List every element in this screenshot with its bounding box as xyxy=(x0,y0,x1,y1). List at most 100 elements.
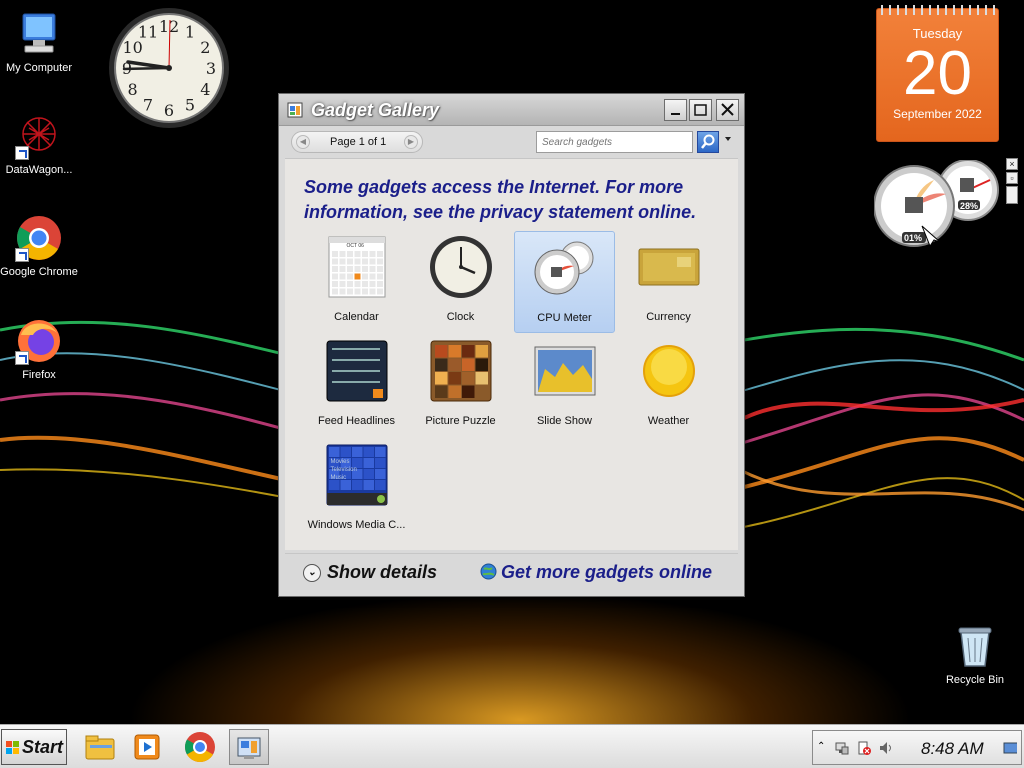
show-hidden-icons-button[interactable]: ⌃ xyxy=(817,741,831,755)
puzzle-thumb-tile xyxy=(461,358,474,371)
page-label: Page 1 of 1 xyxy=(330,136,387,148)
gadget-tile-slide-show[interactable]: Slide Show xyxy=(514,335,615,437)
drag-gadget-handle[interactable] xyxy=(1006,186,1018,204)
media-player-icon xyxy=(134,734,160,760)
taskbar-clock[interactable]: 8:48 AM xyxy=(921,739,984,759)
calendar-thumb-cell xyxy=(361,281,368,287)
gadget-label: Picture Puzzle xyxy=(425,415,496,427)
calendar-thumb-cell xyxy=(346,258,353,265)
chevron-down-icon: ⌄ xyxy=(303,564,321,582)
title-bar[interactable]: Gadget Gallery xyxy=(279,94,744,126)
desktop-icon-datawagon[interactable]: DataWagon... xyxy=(0,112,80,176)
clock-numeral: 8 xyxy=(128,80,138,99)
wmc-thumb-tile xyxy=(328,447,339,457)
calendar-thumb-cell xyxy=(331,258,338,265)
clock-numeral: 6 xyxy=(164,101,174,120)
calendar-thumb-cell xyxy=(331,266,338,272)
wmc-menu-movies: Movies xyxy=(330,459,350,465)
get-more-gadgets-link[interactable]: Get more gadgets online xyxy=(501,562,712,583)
clock-numeral: 1 xyxy=(185,23,195,42)
cpu-meter-gadget[interactable]: 01% 28% xyxy=(873,159,1000,254)
calendar-thumb-cell xyxy=(369,251,375,257)
firefox-icon xyxy=(15,317,63,365)
puzzle-thumb-tile xyxy=(448,385,461,398)
taskbar-file-explorer[interactable] xyxy=(80,729,120,765)
desktop-icon-google-chrome[interactable]: Google Chrome xyxy=(0,214,80,278)
maximize-button[interactable] xyxy=(689,99,712,121)
gadget-tile-currency[interactable]: Currency xyxy=(618,231,719,333)
gadget-label: Slide Show xyxy=(536,415,593,427)
windows-media-center-gadget-thumbnail: Movies Television Music xyxy=(325,443,389,507)
notification-area: ⌃ 8:48 AM xyxy=(812,730,1022,765)
gadget-tile-clock[interactable]: Clock xyxy=(410,231,511,333)
wmc-menu-television: Television xyxy=(330,467,357,473)
network-icon[interactable] xyxy=(835,741,849,755)
gadget-label: Windows Media C... xyxy=(307,519,406,531)
desktop-icon-firefox[interactable]: Firefox xyxy=(0,317,80,381)
minimize-button[interactable] xyxy=(664,99,687,121)
clock-gadget[interactable]: 121234567891011 xyxy=(108,7,230,129)
search-button[interactable] xyxy=(697,131,719,153)
puzzle-thumb-tile xyxy=(461,345,474,358)
calendar-thumb-month: OCT 06 xyxy=(346,243,364,249)
desktop-icon-label: Recycle Bin xyxy=(945,674,1005,686)
close-button[interactable] xyxy=(716,99,739,121)
calendar-gadget[interactable]: Tuesday 20 September 2022 xyxy=(876,5,999,142)
volume-icon[interactable] xyxy=(879,741,893,755)
calendar-thumb-cell xyxy=(339,288,345,295)
computer-icon xyxy=(15,10,63,58)
clock-numeral: 5 xyxy=(185,95,195,114)
calendar-gadget-thumbnail: OCT 06 xyxy=(325,235,389,299)
windows-logo-icon xyxy=(6,741,19,754)
puzzle-thumb-tile xyxy=(448,345,461,358)
gadget-tile-picture-puzzle[interactable]: Picture Puzzle xyxy=(410,335,511,437)
taskbar: Start ⌃ 8:48 AM xyxy=(0,724,1024,768)
minute-hand xyxy=(122,66,171,71)
previous-page-button[interactable]: ◀ xyxy=(296,135,310,149)
calendar-thumb-cell xyxy=(376,273,383,280)
taskbar-media-player[interactable] xyxy=(127,729,167,765)
desktop-icon-label: Firefox xyxy=(22,369,56,381)
size-gadget-icon[interactable]: ▫ xyxy=(1006,172,1018,184)
gadget-tile-windows-media-center[interactable]: Movies Television Music Windows Media C.… xyxy=(306,439,407,541)
wmc-thumb-tile xyxy=(340,480,351,490)
gadget-label: Calendar xyxy=(334,311,379,323)
gadget-tile-feed-headlines[interactable]: Feed Headlines xyxy=(306,335,407,437)
search-options-dropdown[interactable] xyxy=(725,137,731,141)
taskbar-gadget-gallery[interactable] xyxy=(229,729,269,765)
gadget-tile-weather[interactable]: Weather xyxy=(618,335,719,437)
calendar-thumb-cell xyxy=(369,288,375,295)
clock-numeral: 2 xyxy=(200,38,210,57)
puzzle-thumb-tile xyxy=(434,358,447,371)
calendar-rings xyxy=(881,5,995,15)
action-center-icon[interactable] xyxy=(857,741,871,755)
gadget-tile-cpu-meter[interactable]: CPU Meter xyxy=(514,231,615,333)
calendar-thumb-cell xyxy=(361,288,368,295)
desktop-icon-recycle-bin[interactable]: Recycle Bin xyxy=(934,622,1016,686)
calendar-thumb-cell xyxy=(339,281,345,287)
gadget-label: Currency xyxy=(646,311,691,323)
gadget-tile-calendar[interactable]: OCT 06 Calendar xyxy=(306,231,407,333)
wmc-thumb-tile xyxy=(374,458,385,468)
wmc-thumb-tile xyxy=(363,458,374,468)
close-gadget-icon[interactable]: × xyxy=(1006,158,1018,170)
desktop-icon-label: Google Chrome xyxy=(0,266,78,278)
wmc-thumb-tile xyxy=(374,480,385,490)
next-page-button[interactable]: ▶ xyxy=(404,135,418,149)
globe-icon xyxy=(480,563,497,580)
calendar-thumb-cell xyxy=(376,288,383,295)
show-desktop-icon[interactable] xyxy=(1003,742,1017,756)
start-button[interactable]: Start xyxy=(1,729,67,765)
calendar-thumb-cell xyxy=(354,273,360,280)
calendar-thumb-cell xyxy=(346,251,353,257)
taskbar-google-chrome[interactable] xyxy=(180,729,220,765)
search-gadgets-input[interactable] xyxy=(536,131,693,153)
privacy-notice-link[interactable]: Some gadgets access the Internet. For mo… xyxy=(304,175,734,225)
clock-numeral: 11 xyxy=(138,23,158,42)
folder-icon xyxy=(85,735,115,760)
desktop-icon-my-computer[interactable]: My Computer xyxy=(0,10,80,74)
calendar-thumb-cell xyxy=(331,288,338,295)
gadget-label: CPU Meter xyxy=(537,312,592,324)
calendar-date: 20 xyxy=(903,39,972,108)
desktop-icon-label: DataWagon... xyxy=(5,164,73,176)
